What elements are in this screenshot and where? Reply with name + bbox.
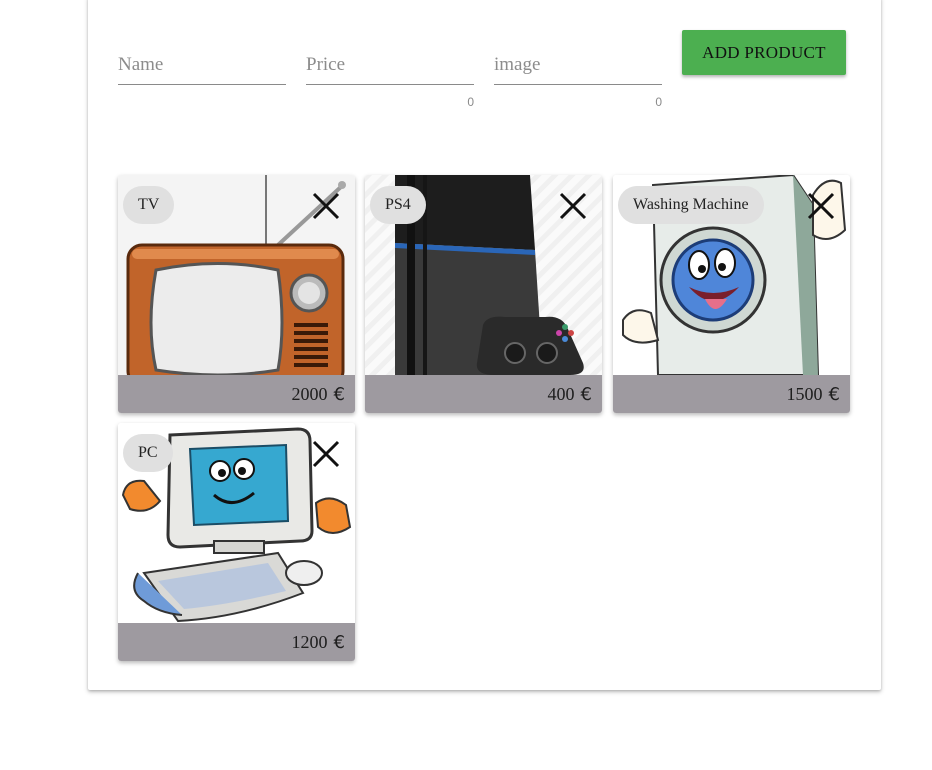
product-card-ps4: PS4 400 € [365, 175, 602, 413]
product-name-chip: PS4 [370, 186, 426, 224]
product-price: 1200 [291, 631, 328, 652]
price-field: 0 [306, 48, 474, 109]
add-product-button[interactable]: ADD PRODUCT [682, 30, 846, 75]
product-name-chip: Washing Machine [618, 186, 764, 224]
euro-icon: € [828, 383, 840, 405]
close-icon[interactable] [558, 191, 588, 221]
name-input[interactable] [118, 48, 286, 85]
close-icon[interactable] [311, 439, 341, 469]
name-field [118, 48, 286, 85]
product-card-tv: TV 2000 € [118, 175, 355, 413]
price-input[interactable] [306, 48, 474, 85]
price-counter: 0 [467, 95, 474, 109]
price-bar: 400 € [365, 375, 602, 413]
image-input[interactable] [494, 48, 662, 85]
product-panel: 0 0 ADD PRODUCT TV 2000 [88, 0, 881, 690]
product-price: 2000 [291, 383, 328, 404]
price-bar: 1200 € [118, 623, 355, 661]
euro-icon: € [580, 383, 592, 405]
euro-icon: € [333, 631, 345, 653]
product-card-pc: PC 1200 € [118, 423, 355, 661]
product-name-chip: PC [123, 434, 173, 472]
close-icon[interactable] [806, 191, 836, 221]
product-card-washing-machine: Washing Machine 1500 € [613, 175, 850, 413]
euro-icon: € [333, 383, 345, 405]
image-field: 0 [494, 48, 662, 109]
product-price: 400 [547, 383, 575, 404]
price-bar: 2000 € [118, 375, 355, 413]
image-counter: 0 [655, 95, 662, 109]
product-name-chip: TV [123, 186, 175, 224]
product-price: 1500 [786, 383, 823, 404]
close-icon[interactable] [311, 191, 341, 221]
price-bar: 1500 € [613, 375, 850, 413]
